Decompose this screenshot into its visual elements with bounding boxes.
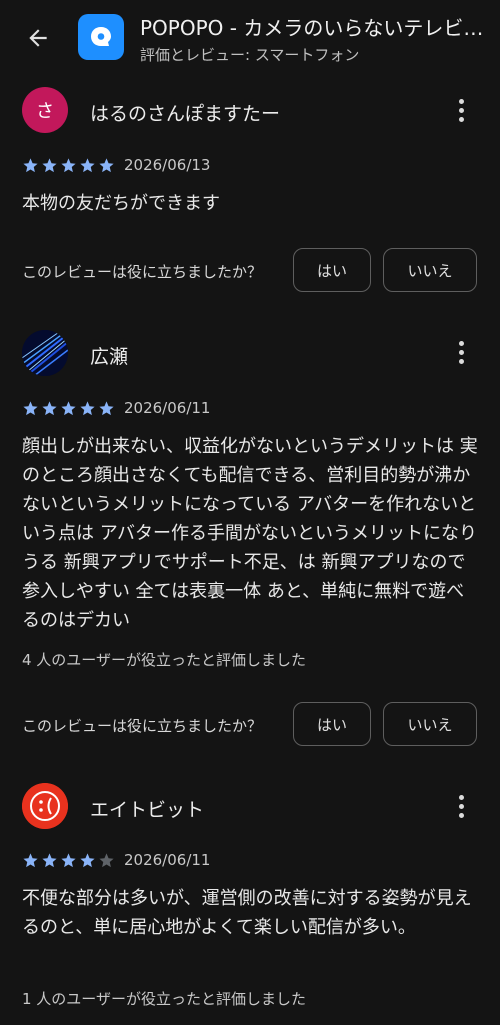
avatar [22, 783, 68, 829]
helpful-yes-button[interactable]: はい [293, 248, 371, 292]
speech-bubble-icon [91, 27, 111, 46]
star-icon [23, 158, 38, 173]
app-title: POPOPO - カメラのいらないテレビ電… [140, 16, 490, 40]
page-subtitle: 評価とレビュー: スマートフォン [140, 46, 360, 64]
arrow-left-icon [29, 29, 47, 47]
star-icon [80, 401, 95, 416]
star-empty-icon [99, 853, 114, 868]
more-options-button[interactable] [448, 335, 474, 369]
star-icon [80, 853, 95, 868]
helpful-question: このレビューは役に立ちましたか？ [22, 717, 263, 735]
review-date: 2026/06/11 [124, 399, 211, 417]
star-rating [22, 400, 115, 417]
star-rating [22, 157, 115, 174]
helpful-count: 4 人のユーザーが役立ったと評価しました [22, 651, 307, 669]
star-icon [42, 853, 57, 868]
back-button[interactable] [20, 20, 56, 56]
star-icon [99, 158, 114, 173]
blue-light-streaks-avatar [22, 330, 68, 376]
star-icon [61, 401, 76, 416]
star-icon [80, 158, 95, 173]
review-author: はるのさんぽますたー [90, 103, 281, 125]
helpful-no-button[interactable]: いいえ [383, 248, 477, 292]
star-icon [42, 158, 57, 173]
review-text: 不便な部分は多いが、運営側の改善に対する姿勢が見えるのと、単に居心地がよくて楽し… [22, 888, 472, 938]
helpful-yes-button[interactable]: はい [293, 702, 371, 746]
helpful-count: 1 人のユーザーが役立ったと評価しました [22, 990, 307, 1008]
avatar [22, 330, 68, 376]
star-icon [99, 401, 114, 416]
sad-face-avatar [22, 783, 68, 829]
app-icon [78, 14, 124, 60]
star-icon [23, 853, 38, 868]
helpful-no-button[interactable]: いいえ [383, 702, 477, 746]
star-icon [61, 853, 76, 868]
more-options-button[interactable] [448, 789, 474, 823]
review-date: 2026/06/13 [124, 156, 211, 174]
avatar: さ [22, 87, 68, 133]
review-date: 2026/06/11 [124, 851, 211, 869]
star-icon [23, 401, 38, 416]
more-options-button[interactable] [448, 93, 474, 127]
helpful-question: このレビューは役に立ちましたか？ [22, 263, 263, 281]
review-text: 顔出しが出来ない、収益化がないというデメリットは 実のところ顔出さなくても配信で… [22, 436, 478, 631]
avatar-letter: さ [36, 101, 54, 122]
app-header: POPOPO - カメラのいらないテレビ電… 評価とレビュー: スマートフォン [0, 0, 500, 80]
star-icon [61, 158, 76, 173]
star-rating [22, 852, 115, 869]
star-icon [42, 401, 57, 416]
review-author: 広瀬 [90, 346, 129, 368]
review-author: エイトビット [90, 799, 205, 821]
review-text: 本物の友だちができます [22, 193, 220, 214]
